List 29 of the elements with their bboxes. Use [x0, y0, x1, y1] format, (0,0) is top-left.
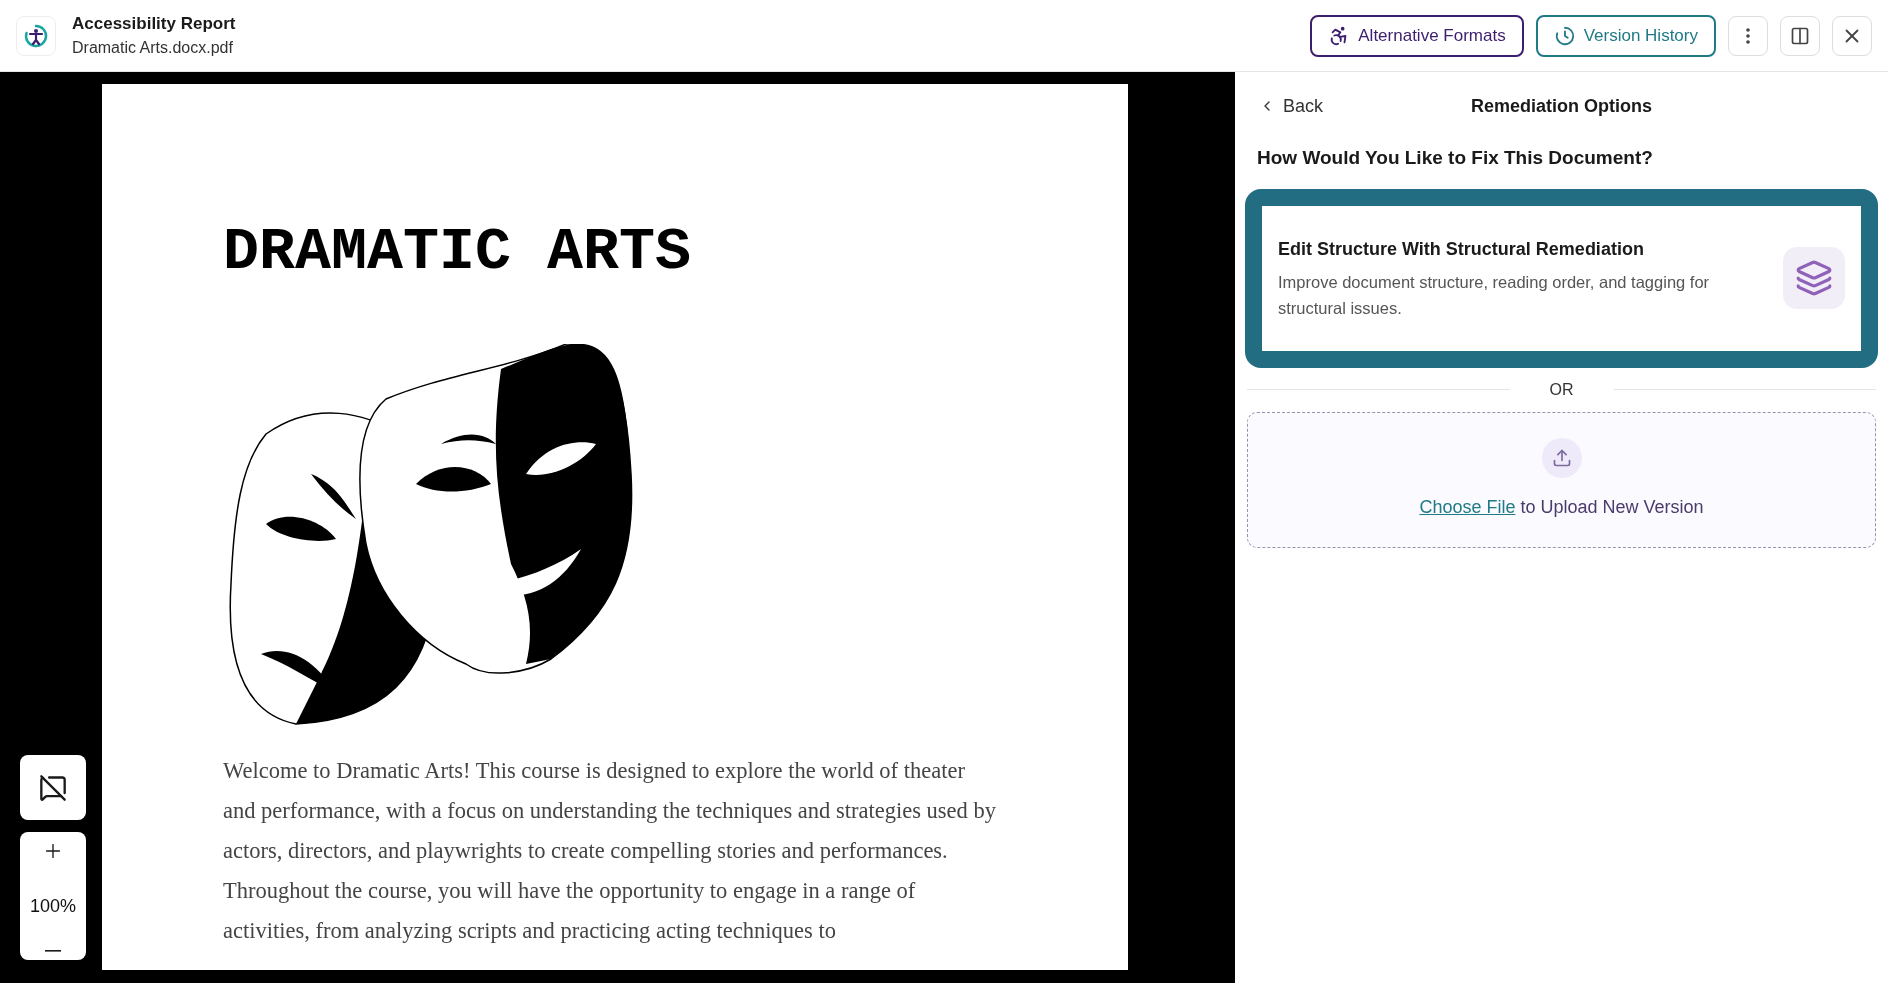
more-options-button[interactable] — [1728, 15, 1768, 56]
zoom-level: 100% — [29, 894, 76, 918]
app-logo-icon — [16, 15, 56, 56]
upload-instruction: Choose File to Upload New Version — [1419, 496, 1704, 519]
file-name: Dramatic Arts.docx.pdf — [72, 38, 234, 59]
or-divider-label: OR — [1549, 379, 1574, 400]
document-title: DRAMATIC ARTS — [223, 222, 692, 282]
more-vertical-icon — [1746, 27, 1750, 44]
choose-file-link[interactable]: Choose File — [1419, 497, 1516, 517]
remediation-option-card[interactable]: Edit Structure With Structural Remediation Improve document structure, reading order, and tagging for structural issues. — [1245, 188, 1878, 368]
alternative-formats-button[interactable]: Alternative Formats — [1310, 14, 1524, 57]
layers-icon — [1783, 247, 1845, 309]
upload-dropzone[interactable]: Choose File to Upload New Version — [1247, 411, 1876, 548]
split-panel-icon — [1790, 25, 1810, 46]
panel-title: Remediation Options — [1471, 94, 1652, 118]
question-heading: How Would You Like to Fix This Document? — [1257, 146, 1654, 170]
back-link[interactable]: Back — [1259, 92, 1324, 120]
option-title: Edit Structure With Structural Remediation — [1278, 237, 1645, 261]
report-title: Accessibility Report — [72, 12, 236, 35]
close-button[interactable] — [1832, 15, 1872, 56]
clock-icon — [1553, 24, 1576, 47]
upload-icon — [1541, 438, 1582, 478]
comment-off-icon — [39, 773, 67, 802]
annotations-toggle-button[interactable] — [20, 755, 86, 820]
version-history-button[interactable]: Version History — [1535, 14, 1716, 57]
minus-icon — [45, 950, 61, 952]
document-paragraph: Welcome to Dramatic Arts! This course is designed to explore the world of theater and performance, with a focus on understanding the techniques and strategies used by actors, directors, and playwrights to create compelling stories and performances. Throughout the course, you will have the opportunity to engage in a range of activities, from analyzing scripts and practicing acting techniques to — [223, 757, 997, 945]
split-view-button[interactable] — [1780, 15, 1820, 56]
option-description: Improve document structure, reading order, and tagging for structural issues. — [1278, 271, 1711, 319]
